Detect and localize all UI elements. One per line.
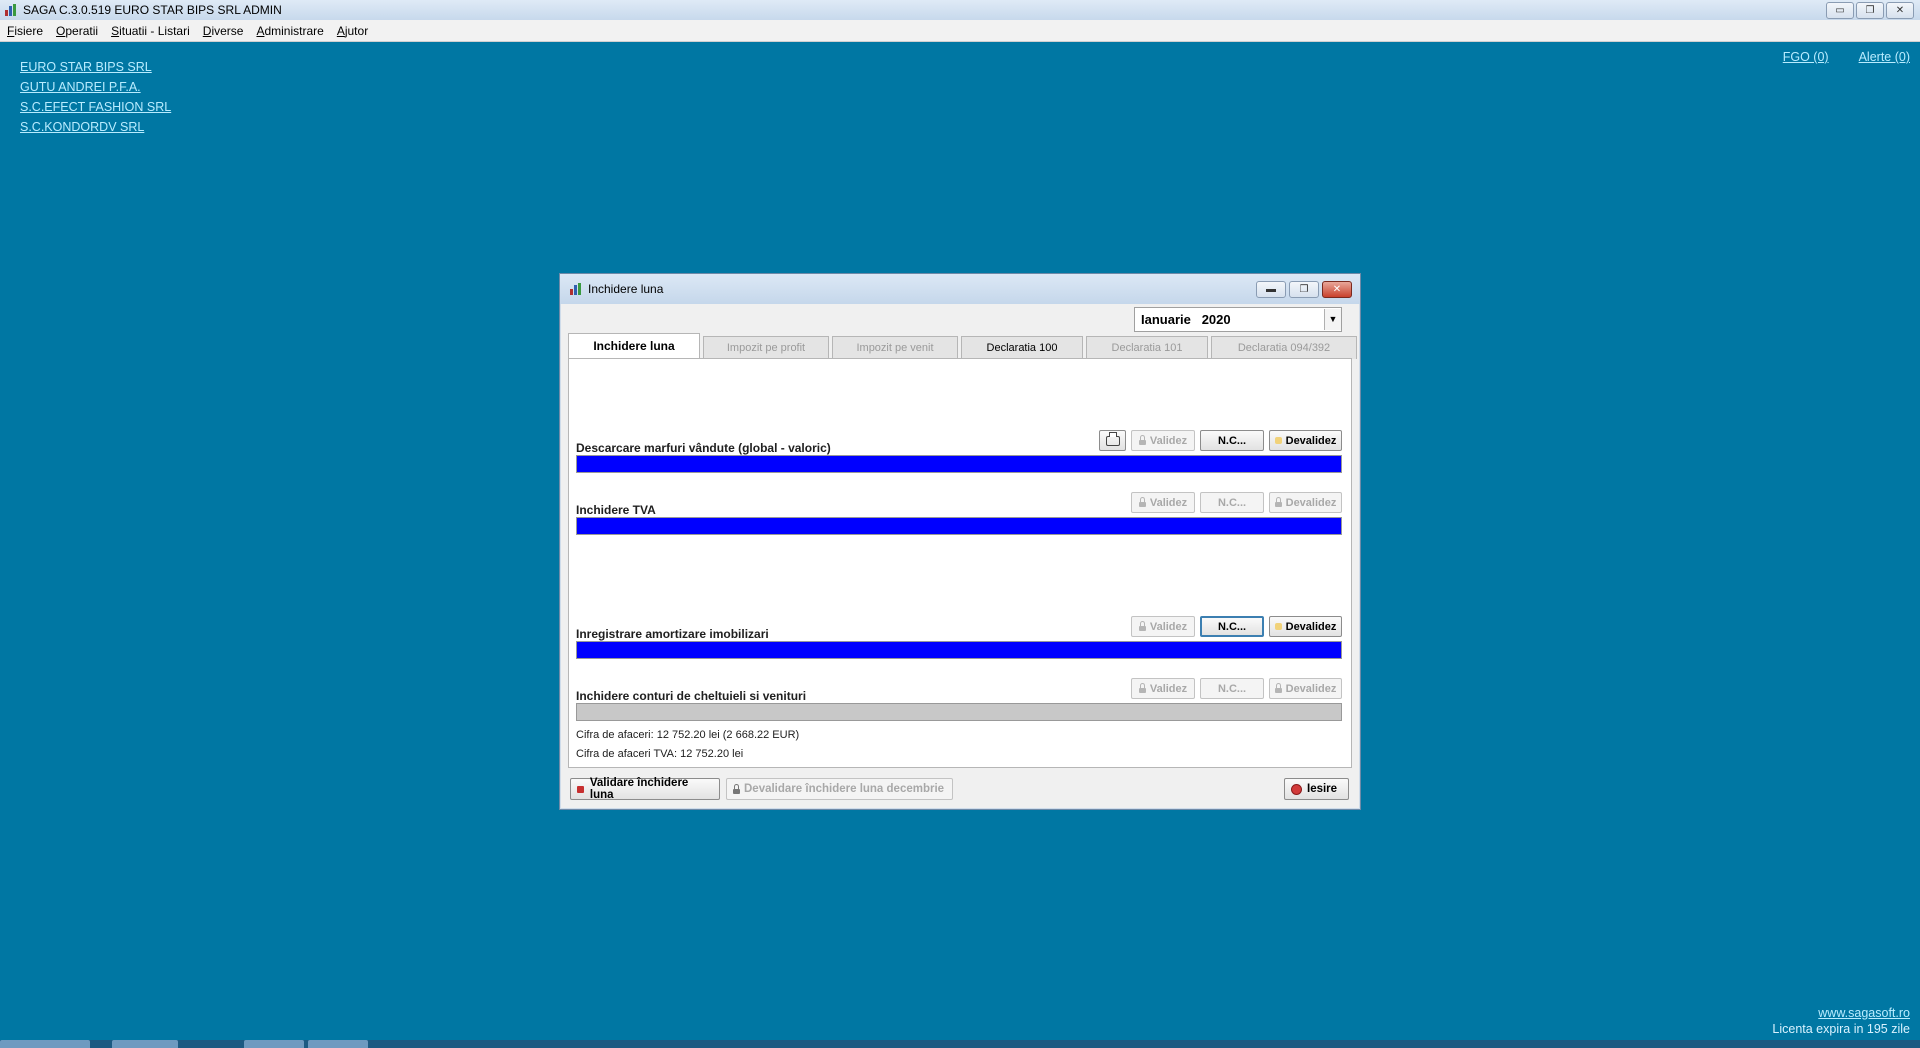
menu-fisiere[interactable]: Fisiere [7,24,43,38]
progress-bar [576,641,1342,659]
nc-button[interactable]: N.C... [1200,678,1264,699]
unlock-icon [1274,623,1282,630]
lock-icon [1138,435,1146,445]
close-button[interactable]: ✕ [1886,2,1914,19]
iesire-button[interactable]: Iesire [1284,778,1349,800]
tab-bar: Inchidere luna Impozit pe profit Impozit… [568,333,1360,360]
tab-declaratia-094-392[interactable]: Declaratia 094/392 [1211,336,1357,359]
alerte-link[interactable]: Alerte (0) [1859,50,1910,64]
menu-situatii-listari[interactable]: Situatii - Listari [111,24,190,38]
period-value: Ianuarie 2020 [1141,312,1231,327]
company-link[interactable]: S.C.KONDORDV SRL [20,120,171,134]
devalidez-button[interactable]: Devalidez [1269,430,1342,451]
taskbar-start[interactable] [0,1040,90,1048]
nc-button[interactable]: N.C... [1200,430,1264,451]
devalidare-inchidere-button[interactable]: Devalidare închidere luna decembrie [726,778,953,800]
minimize-button[interactable]: ▭ [1826,2,1854,19]
validez-button[interactable]: Validez [1131,492,1195,513]
progress-bar [576,517,1342,535]
taskbar [0,1040,1920,1048]
section-label: Inregistrare amortizare imobilizari [576,627,769,641]
company-link[interactable]: EURO STAR BIPS SRL [20,60,171,74]
nc-button[interactable]: N.C... [1200,492,1264,513]
tab-impozit-profit[interactable]: Impozit pe profit [703,336,829,359]
restore-button[interactable]: ❐ [1856,2,1884,19]
company-link[interactable]: GUTU ANDREI P.F.A. [20,80,171,94]
exit-icon [1291,783,1302,795]
inchidere-luna-dialog: Inchidere luna ▬ ❐ ✕ Ianuarie 2020 ▼ Inc… [559,273,1361,810]
top-right-links: FGO (0) Alerte (0) [1783,50,1910,64]
printer-icon [1105,431,1120,446]
devalidez-button[interactable]: Devalidez [1269,616,1342,637]
cifra-afaceri-tva-text: Cifra de afaceri TVA: 12 752.20 lei [576,748,744,760]
menu-ajutor[interactable]: Ajutor [337,24,368,38]
app-title-bar: SAGA C.3.0.519 EURO STAR BIPS SRL ADMIN … [0,0,1920,20]
taskbar-item[interactable] [244,1040,304,1048]
fgo-link[interactable]: FGO (0) [1783,50,1829,64]
menu-bar: Fisiere Operatii Situatii - Listari Dive… [0,20,1920,42]
dialog-minimize-button[interactable]: ▬ [1256,281,1286,298]
print-button[interactable] [1099,430,1126,451]
nc-button[interactable]: N.C... [1200,616,1264,637]
cifra-afaceri-text: Cifra de afaceri: 12 752.20 lei (2 668.2… [576,729,800,741]
taskbar-item[interactable] [308,1040,368,1048]
dialog-window-controls: ▬ ❐ ✕ [1256,281,1352,298]
taskbar-item[interactable] [112,1040,178,1048]
devalidez-button[interactable]: Devalidez [1269,492,1342,513]
lock-icon [1274,683,1282,693]
validez-button[interactable]: Validez [1131,616,1195,637]
validare-inchidere-button[interactable]: Validare închidere luna [570,777,720,801]
devalidez-button[interactable]: Devalidez [1269,678,1342,699]
progress-bar [576,455,1342,473]
dropdown-arrow-icon[interactable]: ▼ [1324,309,1341,330]
dialog-app-icon [570,283,582,295]
tab-impozit-venit[interactable]: Impozit pe venit [832,336,958,359]
company-list: EURO STAR BIPS SRL GUTU ANDREI P.F.A. S.… [20,60,171,140]
lock-icon [1274,497,1282,507]
period-select[interactable]: Ianuarie 2020 ▼ [1134,307,1342,332]
lock-icon [1138,621,1146,631]
unlock-icon [1274,437,1282,444]
section-label: Inchidere TVA [576,503,656,517]
validez-button[interactable]: Validez [1131,678,1195,699]
website-link[interactable]: www.sagasoft.ro [1818,1006,1910,1020]
tab-declaratia-101[interactable]: Declaratia 101 [1086,336,1208,359]
menu-diverse[interactable]: Diverse [203,24,244,38]
section-label: Descarcare marfuri vândute (global - val… [576,441,831,455]
window-controls: ▭ ❐ ✕ [1826,2,1914,19]
progress-bar [576,703,1342,721]
lock-icon [577,785,584,793]
app-title: SAGA C.3.0.519 EURO STAR BIPS SRL ADMIN [23,3,282,17]
tab-declaratia-100[interactable]: Declaratia 100 [961,336,1083,359]
validez-button[interactable]: Validez [1131,430,1195,451]
lock-icon [733,783,740,794]
section-label: Inchidere conturi de cheltuieli si venit… [576,689,807,703]
dialog-title: Inchidere luna [588,282,664,296]
dialog-restore-button[interactable]: ❐ [1289,281,1319,298]
lock-icon [1138,497,1146,507]
tab-panel-inchidere-luna: Descarcare marfuri vândute (global - val… [568,358,1352,768]
lock-icon [1138,683,1146,693]
dialog-title-bar: Inchidere luna ▬ ❐ ✕ [560,274,1360,304]
saga-app-icon [5,4,17,16]
menu-operatii[interactable]: Operatii [56,24,98,38]
menu-administrare[interactable]: Administrare [256,24,323,38]
dialog-close-button[interactable]: ✕ [1322,281,1352,298]
tab-inchidere-luna[interactable]: Inchidere luna [568,333,700,360]
company-link[interactable]: S.C.EFECT FASHION SRL [20,100,171,114]
license-text: Licenta expira in 195 zile [1772,1022,1910,1036]
